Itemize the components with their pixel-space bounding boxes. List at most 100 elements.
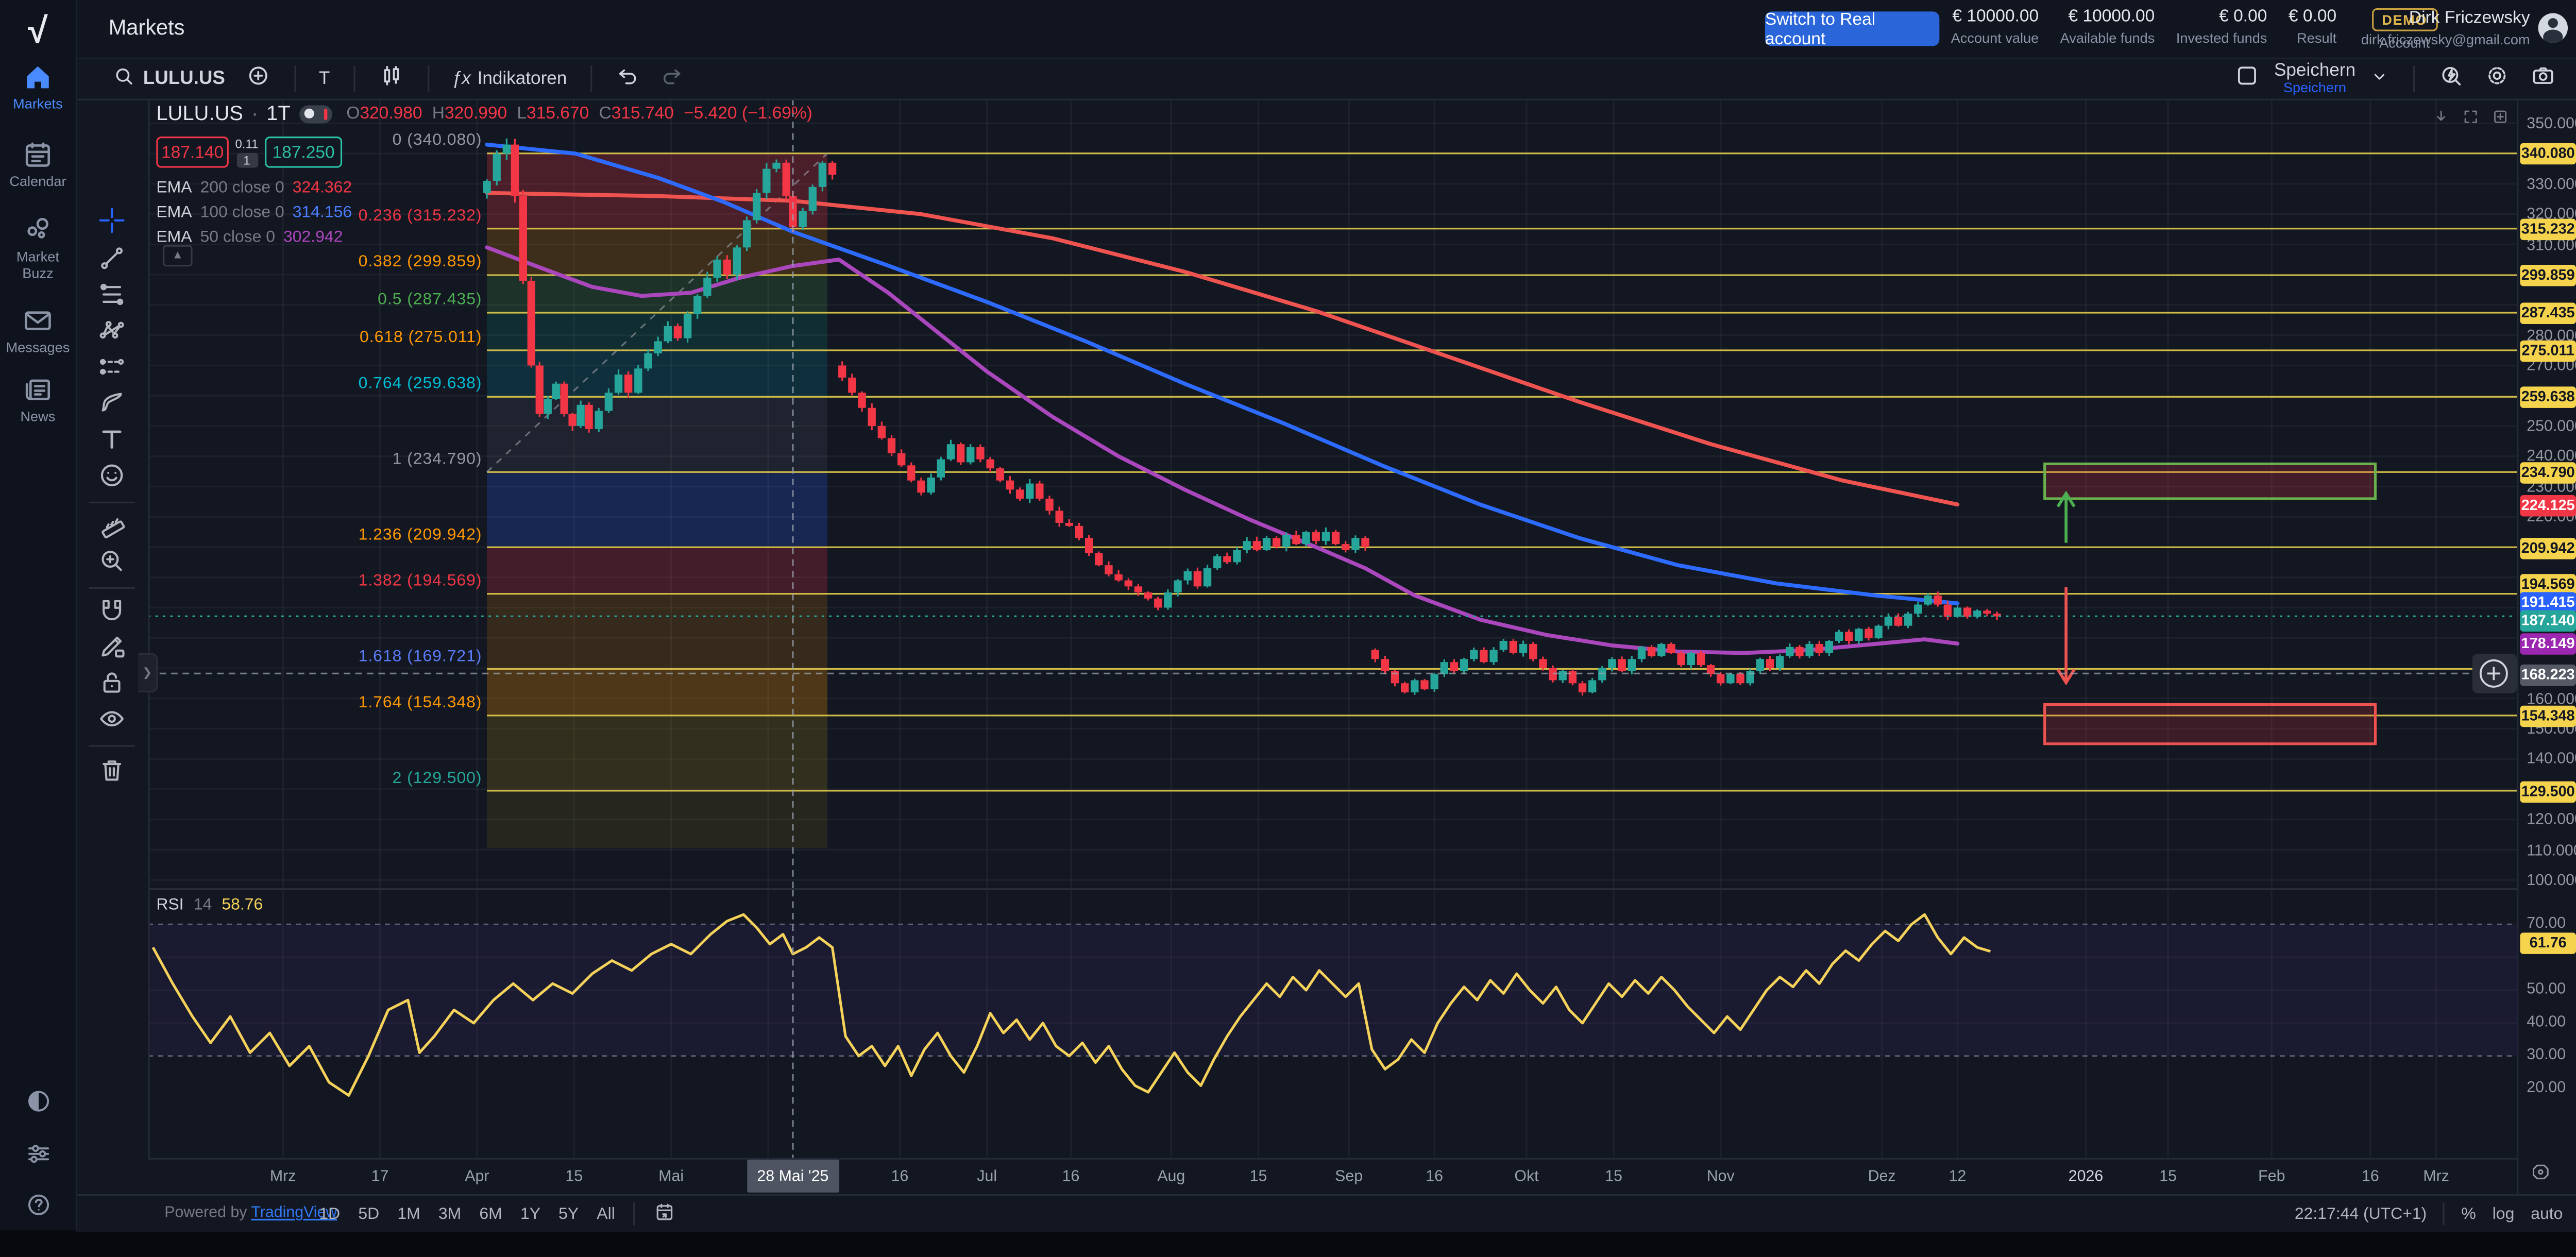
save-layout-button[interactable]: Speichern Speichern [2274, 62, 2355, 95]
toolbar-divider [89, 587, 134, 589]
rsi-legend: RSI 14 58.76 [156, 896, 263, 914]
sidebar-item-markets[interactable]: Markets [0, 61, 76, 113]
quick-search-button[interactable] [2428, 62, 2474, 94]
chart-legend: LULU.US · 1T O320.980H320.990L315.670C31… [156, 102, 812, 125]
pane-maximize-icon[interactable] [2461, 107, 2481, 132]
gear-icon [2484, 62, 2510, 94]
trading-app: √ Markets Calendar Market Buzz Messages News… [0, 0, 2576, 1230]
emoji-tool-icon[interactable] [97, 461, 126, 490]
time-axis[interactable]: Mrz17Apr15Mai1516Jul16Aug15Sep16Okt15Nov… [148, 1158, 2517, 1196]
price-scale[interactable]: 350.000330.000320.000310.000280.000270.0… [2517, 99, 2576, 1194]
long-position-tool-icon[interactable] [97, 352, 126, 381]
redo-button[interactable] [649, 63, 693, 93]
symbol-search-button[interactable]: LULU.US [102, 63, 235, 93]
zoom-in-tool-icon[interactable] [97, 546, 126, 575]
layout-button[interactable] [2225, 62, 2270, 94]
ema-legend-row[interactable]: EMA50 close 0302.942 [156, 229, 343, 247]
time-label: Okt [1514, 1168, 1538, 1186]
rsi-name[interactable]: RSI [156, 896, 183, 914]
avatar[interactable] [2538, 13, 2568, 43]
auto-scale-toggle[interactable]: auto [2531, 1205, 2563, 1223]
range-button-6M[interactable]: 6M [479, 1205, 502, 1223]
fib-level-label: 0.382 (299.859) [153, 253, 482, 271]
range-button-All[interactable]: All [597, 1205, 615, 1223]
toolbar-collapse-handle[interactable]: ❯ [138, 653, 158, 693]
percent-scale-toggle[interactable]: % [2461, 1205, 2476, 1223]
interval-button[interactable]: T [309, 69, 340, 88]
time-label: 16 [1062, 1168, 1080, 1186]
powered-by: Powered by TradingView [164, 1204, 337, 1222]
visibility-toggle-icon[interactable] [299, 105, 332, 123]
user-block[interactable]: Dirk Friczewsky dirk.friczewsky@gmail.co… [2361, 8, 2530, 48]
sidebar-item-label: Messages [0, 341, 76, 356]
ema-legend-row[interactable]: EMA200 close 0324.362 [156, 179, 352, 197]
time-label: 15 [565, 1168, 583, 1186]
sidebar-item-label: News [0, 410, 76, 425]
contrast-button[interactable] [0, 1087, 76, 1118]
crosshair-tool-icon[interactable] [97, 206, 126, 235]
brush-tool-icon[interactable] [97, 388, 126, 418]
time-label: Mrz [2423, 1168, 2449, 1186]
edit-lock-tool-icon[interactable] [97, 632, 126, 661]
account-stat: € 10000.00Account value [1951, 7, 2039, 46]
snapshot-button[interactable] [2520, 62, 2566, 94]
trend-line-tool-icon[interactable] [97, 244, 126, 273]
undo-button[interactable] [605, 63, 649, 93]
timezone-clock-icon[interactable] [2530, 1161, 2552, 1187]
time-label: 15 [2159, 1168, 2177, 1186]
fib-level-label: 1.764 (154.348) [153, 694, 482, 712]
magnet-tool-icon[interactable] [97, 596, 126, 625]
sell-price-button[interactable]: 187.140 [156, 137, 228, 168]
pane-down-icon[interactable] [2431, 107, 2451, 132]
fib-level-label: 1.382 (194.569) [153, 572, 482, 590]
chart-settings-button[interactable] [2474, 62, 2520, 94]
clock-display[interactable]: 22:17:44 (UTC+1) [2295, 1205, 2427, 1223]
fib-retracement-tool-icon[interactable] [97, 280, 126, 309]
crosshair-date-badge: 28 Mai '25 [747, 1160, 838, 1193]
page-title: Markets [109, 15, 185, 40]
time-label: 12 [1949, 1168, 1967, 1186]
lock-all-tool-icon[interactable] [97, 668, 126, 697]
compare-add-button[interactable] [235, 62, 281, 94]
text-tool-icon[interactable] [97, 424, 126, 454]
main-chart-pane[interactable] [148, 99, 2517, 889]
fib-level-label: 0.764 (259.638) [153, 376, 482, 394]
legend-interval[interactable]: 1T [266, 102, 291, 125]
account-stat: € 0.00Invested funds [2176, 7, 2267, 46]
legend-collapse-button[interactable]: ▲ [163, 245, 192, 267]
toolbar-divider [89, 745, 134, 746]
brand-logo-icon[interactable]: √ [0, 7, 76, 56]
help-button[interactable] [0, 1191, 76, 1222]
ema-legend-row[interactable]: EMA100 close 0314.156 [156, 204, 352, 222]
save-dropdown-button[interactable] [2359, 65, 2400, 91]
sidebar-item-calendar[interactable]: Calendar [0, 138, 76, 190]
legend-symbol[interactable]: LULU.US [156, 102, 243, 125]
rsi-pane[interactable] [148, 888, 2517, 1160]
buy-price-button[interactable]: 187.250 [265, 137, 342, 168]
drawing-toolbar [76, 99, 150, 1194]
range-button-1Y[interactable]: 1Y [520, 1205, 540, 1223]
sliders-button[interactable] [0, 1140, 76, 1171]
sidebar-item-market-buzz[interactable]: Market Buzz [0, 214, 76, 281]
sidebar-item-messages[interactable]: Messages [0, 304, 76, 356]
chart-style-button[interactable] [368, 62, 414, 94]
pane-more-icon[interactable] [2490, 107, 2510, 132]
range-button-5Y[interactable]: 5Y [558, 1205, 579, 1223]
hide-all-tool-icon[interactable] [97, 704, 126, 734]
range-button-1D[interactable]: 1D [319, 1205, 340, 1223]
time-label: 15 [1250, 1168, 1267, 1186]
switch-to-real-account-button[interactable]: Switch to Real account [1765, 11, 1939, 46]
range-button-5D[interactable]: 5D [358, 1205, 379, 1223]
range-button-1M[interactable]: 1M [397, 1205, 420, 1223]
go-to-date-button[interactable] [653, 1200, 676, 1228]
ruler-tool-icon[interactable] [97, 510, 126, 539]
account-stat: € 10000.00Available funds [2060, 7, 2155, 46]
sidebar-item-news[interactable]: News [0, 373, 76, 426]
xabcd-pattern-tool-icon[interactable] [97, 316, 126, 345]
flash-search-icon [2438, 62, 2464, 94]
remove-all-tool-icon[interactable] [97, 755, 126, 785]
price-tick: 330.000 [2527, 176, 2576, 194]
range-button-3M[interactable]: 3M [438, 1205, 461, 1223]
log-scale-toggle[interactable]: log [2493, 1205, 2515, 1223]
indicators-button[interactable]: ƒx Indikatoren [442, 69, 577, 88]
